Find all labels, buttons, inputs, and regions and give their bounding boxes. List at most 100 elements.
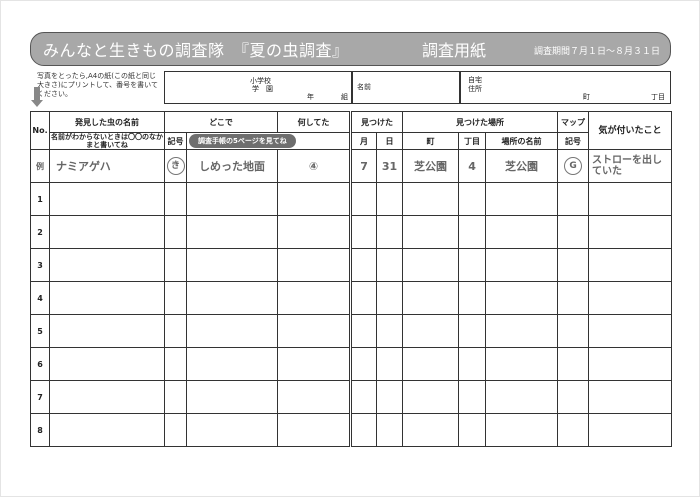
cell-town[interactable] (402, 380, 460, 414)
cell-day[interactable] (376, 215, 404, 249)
cell-chome[interactable] (458, 281, 487, 315)
cell-map-symbol[interactable] (557, 215, 590, 249)
cell-noticed[interactable] (588, 248, 673, 282)
cell-doing[interactable] (277, 347, 352, 381)
cell-where[interactable] (185, 182, 279, 216)
cell-town[interactable] (402, 347, 460, 381)
cell-month[interactable] (349, 248, 378, 282)
cell-map-symbol[interactable] (557, 314, 590, 348)
cell-map-symbol[interactable] (557, 281, 590, 315)
cell-chome[interactable] (458, 215, 487, 249)
cell-month[interactable] (349, 413, 378, 447)
cell-doing[interactable] (277, 182, 352, 216)
cell-doing[interactable] (277, 380, 352, 414)
cell-place-name[interactable] (485, 314, 559, 348)
cell-symbol[interactable] (164, 182, 187, 216)
cell-town[interactable] (402, 215, 460, 249)
cell-month[interactable] (349, 347, 378, 381)
cell-chome[interactable] (458, 182, 487, 216)
cell-doing[interactable] (277, 413, 352, 447)
cell-day[interactable] (376, 248, 404, 282)
cell-day[interactable] (376, 413, 404, 447)
cell-place-name[interactable] (485, 380, 559, 414)
cell-chome[interactable] (458, 248, 487, 282)
cell-day[interactable] (376, 380, 404, 414)
cell-bug-name[interactable] (49, 347, 165, 381)
cell-bug-name[interactable] (49, 215, 165, 249)
cell-doing[interactable] (277, 248, 352, 282)
cell-where[interactable] (185, 413, 279, 447)
cell-place-name[interactable] (485, 413, 559, 447)
row-number: 6 (30, 347, 50, 381)
cell-day[interactable] (376, 314, 404, 348)
cell-symbol[interactable] (164, 314, 187, 348)
row-number: 7 (30, 380, 50, 414)
survey-period: 調査期間７月１日～８月３１日 (533, 47, 660, 57)
cell-symbol[interactable] (164, 281, 187, 315)
cell-bug-name[interactable] (49, 281, 165, 315)
survey-table: No. 発見した虫の名前 どこで 何してた 見つけた 見つけた場所 マップ 気が… (30, 111, 673, 447)
cell-month[interactable] (349, 380, 378, 414)
cell-map-symbol[interactable] (557, 380, 590, 414)
cell-chome[interactable] (458, 347, 487, 381)
cell-symbol[interactable] (164, 347, 187, 381)
cell-chome[interactable] (458, 380, 487, 414)
cell-month[interactable] (349, 215, 378, 249)
cell-where[interactable] (185, 248, 279, 282)
cell-noticed[interactable] (588, 182, 673, 216)
cell-bug-name[interactable] (49, 380, 165, 414)
cell-symbol[interactable] (164, 413, 187, 447)
cell-town[interactable] (402, 182, 460, 216)
cell-month[interactable] (349, 281, 378, 315)
cell-month[interactable] (349, 314, 378, 348)
manual-cell: 調査手帳の5ページを見てね (185, 132, 352, 150)
cell-town[interactable] (402, 248, 460, 282)
cell-bug-name[interactable] (49, 248, 165, 282)
cell-bug-name[interactable] (49, 314, 165, 348)
cell-town[interactable] (402, 413, 460, 447)
cell-noticed[interactable] (588, 380, 673, 414)
cell-symbol[interactable] (164, 215, 187, 249)
cell-symbol[interactable] (164, 248, 187, 282)
cell-where[interactable] (185, 215, 279, 249)
cell-month[interactable] (349, 182, 378, 216)
cell-chome[interactable] (458, 413, 487, 447)
name-field[interactable]: 名前 (352, 71, 460, 104)
col-no: No. (30, 111, 50, 150)
cell-place-name[interactable] (485, 347, 559, 381)
cell-place-name[interactable] (485, 281, 559, 315)
cell-noticed[interactable] (588, 413, 673, 447)
cell-doing[interactable] (277, 281, 352, 315)
cell-noticed[interactable] (588, 314, 673, 348)
cell-chome[interactable] (458, 314, 487, 348)
cell-noticed[interactable] (588, 215, 673, 249)
cell-bug-name[interactable] (49, 413, 165, 447)
cell-map-symbol[interactable] (557, 248, 590, 282)
home-address-field[interactable]: 自宅 住所 町 丁目 (460, 71, 671, 104)
cell-day[interactable] (376, 182, 404, 216)
cell-symbol[interactable] (164, 380, 187, 414)
cell-where[interactable] (185, 281, 279, 315)
cell-noticed[interactable] (588, 347, 673, 381)
cell-noticed[interactable] (588, 281, 673, 315)
cell-day[interactable] (376, 281, 404, 315)
cell-map-symbol[interactable] (557, 413, 590, 447)
cell-doing[interactable] (277, 215, 352, 249)
cell-place-name[interactable] (485, 248, 559, 282)
cell-town[interactable] (402, 314, 460, 348)
cell-bug-name[interactable] (49, 182, 165, 216)
survey-sheet: みんなと生きもの調査隊 『夏の虫調査』 調査用紙 調査期間７月１日～８月３１日 … (0, 0, 700, 497)
cell-map-symbol[interactable] (557, 347, 590, 381)
cell-place-name[interactable] (485, 182, 559, 216)
cell-where[interactable] (185, 314, 279, 348)
col-bug-name-note: 名前がわからないときは〇〇のなかまと書いてね (49, 132, 165, 150)
cell-place-name[interactable] (485, 215, 559, 249)
cell-where[interactable] (185, 380, 279, 414)
cell-map-symbol[interactable] (557, 182, 590, 216)
cell-doing[interactable] (277, 314, 352, 348)
manual-page-button[interactable]: 調査手帳の5ページを見てね (189, 134, 296, 148)
school-field[interactable]: 小学校 学 園 年 組 (164, 71, 352, 104)
cell-day[interactable] (376, 347, 404, 381)
cell-where[interactable] (185, 347, 279, 381)
cell-town[interactable] (402, 281, 460, 315)
